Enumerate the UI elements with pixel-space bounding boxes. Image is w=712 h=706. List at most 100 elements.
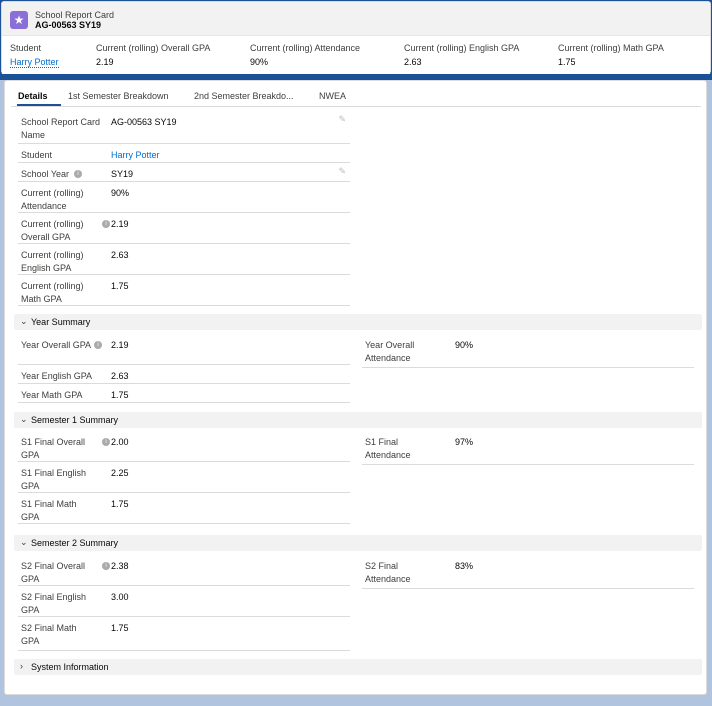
section-system-information[interactable]: › System Information — [14, 659, 702, 675]
section-semester-2[interactable]: ⌄ Semester 2 Summary — [14, 535, 702, 551]
field-s2-english-gpa: S2 Final English GPA 3.00 — [18, 586, 350, 617]
field-math-gpa: Current (rolling) Math GPA 1.75 — [18, 275, 350, 306]
info-icon[interactable]: i — [102, 562, 110, 570]
field-year-math-gpa: Year Math GPA 1.75 — [18, 384, 350, 403]
highlight-english-gpa: Current (rolling) English GPA 2.63 — [404, 43, 519, 67]
field-label: S1 Final Overall GPA — [21, 437, 86, 460]
field-value: 2.19 — [111, 340, 129, 350]
field-label: Year Overall Attendance — [365, 340, 415, 363]
field-s1-overall-gpa: S1 Final Overall GPA i 2.00 — [18, 431, 350, 462]
highlight-attendance: Current (rolling) Attendance 90% — [250, 43, 360, 67]
highlight-math-gpa: Current (rolling) Math GPA 1.75 — [558, 43, 664, 67]
highlight-student: Student Harry Potter — [10, 43, 59, 68]
highlight-value: 2.19 — [96, 57, 114, 67]
field-value: 2.63 — [111, 250, 129, 260]
field-student: Student Harry Potter — [18, 144, 350, 163]
tab-nwea[interactable]: NWEA — [319, 91, 346, 101]
field-value: AG-00563 SY19 — [111, 117, 177, 127]
section-title: System Information — [31, 662, 109, 672]
field-value: 2.19 — [111, 219, 129, 229]
highlights-panel: Student Harry Potter Current (rolling) O… — [2, 36, 710, 74]
field-label: Student — [21, 150, 53, 160]
field-s1-attendance: S1 Final Attendance 97% — [362, 431, 694, 465]
field-report-card-name: School Report Card Name AG-00563 SY19 ✎ — [18, 111, 350, 144]
field-label: Current (rolling) Attendance — [21, 188, 84, 211]
field-value: 83% — [455, 561, 474, 571]
field-label: S2 Final Overall GPA — [21, 561, 86, 584]
detail-card: Details 1st Semester Breakdown 2nd Semes… — [4, 80, 707, 695]
info-icon[interactable]: i — [74, 170, 82, 178]
field-label: S2 Final Math GPA — [21, 623, 77, 646]
field-value: 1.75 — [111, 499, 129, 509]
field-value: 2.63 — [111, 371, 129, 381]
field-value: 1.75 — [111, 281, 129, 291]
highlight-label: Current (rolling) Overall GPA — [96, 43, 211, 53]
field-s2-math-gpa: S2 Final Math GPA 1.75 — [18, 617, 350, 651]
active-tab-indicator — [17, 104, 61, 106]
field-label: Current (rolling) Math GPA — [21, 281, 84, 304]
info-icon[interactable]: i — [94, 341, 102, 349]
highlight-label: Student — [10, 43, 42, 53]
record-name: AG-00563 SY19 — [35, 20, 102, 30]
field-label: S1 Final Math GPA — [21, 499, 77, 522]
field-overall-gpa: Current (rolling) Overall GPA i 2.19 — [18, 213, 350, 244]
highlight-value: 2.63 — [404, 57, 422, 67]
field-year-attendance: Year Overall Attendance 90% — [362, 334, 694, 368]
section-title: Semester 2 Summary — [31, 538, 119, 548]
field-label: School Report Card Name — [21, 117, 101, 140]
student-link[interactable]: Harry Potter — [10, 57, 59, 68]
field-value: 90% — [111, 188, 130, 198]
section-semester-1[interactable]: ⌄ Semester 1 Summary — [14, 412, 702, 428]
field-label: Current (rolling) English GPA — [21, 250, 84, 273]
field-year-overall-gpa: Year Overall GPA i 2.19 — [18, 334, 350, 365]
field-value: SY19 — [111, 169, 134, 179]
section-title: Year Summary — [31, 317, 91, 327]
field-year-english-gpa: Year English GPA 2.63 — [18, 365, 350, 384]
info-icon[interactable]: i — [102, 438, 110, 446]
field-value: 2.00 — [111, 437, 129, 447]
section-year-summary[interactable]: ⌄ Year Summary — [14, 314, 702, 330]
tab-1st-semester[interactable]: 1st Semester Breakdown — [68, 91, 169, 101]
chevron-down-icon: ⌄ — [20, 537, 28, 547]
chevron-right-icon: › — [20, 661, 23, 671]
field-value: 90% — [455, 340, 474, 350]
field-school-year: School Year i SY19 ✎ — [18, 163, 350, 182]
highlight-label: Current (rolling) Math GPA — [558, 43, 664, 53]
field-s1-english-gpa: S1 Final English GPA 2.25 — [18, 462, 350, 493]
info-icon[interactable]: i — [102, 220, 110, 228]
field-s2-overall-gpa: S2 Final Overall GPA i 2.38 — [18, 555, 350, 586]
field-value: 97% — [455, 437, 474, 447]
field-value: 1.75 — [111, 390, 129, 400]
field-label: Current (rolling) Overall GPA — [21, 219, 84, 242]
record-header: ★ School Report Card AG-00563 SY19 Stude… — [1, 1, 711, 74]
field-s1-math-gpa: S1 Final Math GPA 1.75 — [18, 493, 350, 524]
pencil-icon[interactable]: ✎ — [338, 166, 346, 177]
tab-bar: Details 1st Semester Breakdown 2nd Semes… — [11, 87, 701, 107]
field-label: S2 Final English GPA — [21, 592, 87, 615]
highlight-label: Current (rolling) Attendance — [250, 43, 361, 53]
pencil-icon[interactable]: ✎ — [338, 114, 346, 125]
star-icon: ★ — [10, 11, 28, 29]
tab-details[interactable]: Details — [18, 91, 48, 101]
tab-2nd-semester[interactable]: 2nd Semester Breakdo... — [194, 91, 294, 101]
field-label: S1 Final Attendance — [365, 437, 411, 460]
highlight-value: 1.75 — [558, 57, 576, 67]
highlight-overall-gpa: Current (rolling) Overall GPA 2.19 — [96, 43, 210, 67]
field-label: Year Math GPA — [21, 390, 83, 400]
student-link[interactable]: Harry Potter — [111, 149, 160, 162]
record-title-bar: ★ School Report Card AG-00563 SY19 — [2, 2, 710, 36]
field-label: School Year — [21, 169, 70, 179]
object-type-label: School Report Card — [35, 10, 115, 20]
field-attendance: Current (rolling) Attendance 90% — [18, 182, 350, 213]
field-value: 2.25 — [111, 468, 129, 478]
field-value: 2.38 — [111, 561, 129, 571]
highlight-label: Current (rolling) English GPA — [404, 43, 520, 53]
highlight-value: 90% — [250, 57, 269, 67]
field-label: Year Overall GPA — [21, 340, 92, 350]
section-title: Semester 1 Summary — [31, 415, 119, 425]
field-value: 3.00 — [111, 592, 129, 602]
field-value: 1.75 — [111, 623, 129, 633]
chevron-down-icon: ⌄ — [20, 316, 28, 326]
field-label: Year English GPA — [21, 371, 93, 381]
field-english-gpa: Current (rolling) English GPA 2.63 — [18, 244, 350, 275]
